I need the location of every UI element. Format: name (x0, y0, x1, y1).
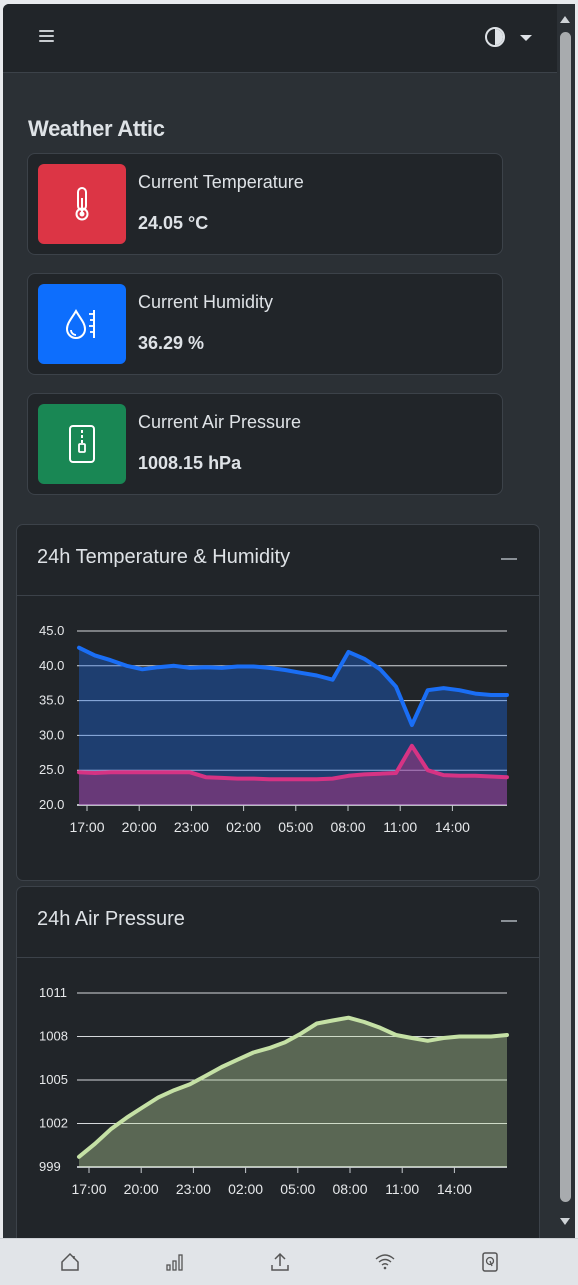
y-tick-label: 35.0 (39, 693, 64, 708)
pressure-label: Current Air Pressure (138, 412, 302, 432)
x-tick-label: 23:00 (176, 1181, 211, 1197)
y-tick-label: 20.0 (39, 797, 64, 812)
x-tick-label: 20:00 (122, 819, 157, 835)
chevron-down-icon (520, 35, 532, 41)
pressure-chart: 1011 1008 1005 1002 999 17:00 20:00 23:00 02:00 0… (39, 985, 509, 1197)
y-tick-label: 40.0 (39, 658, 64, 673)
y-tick-label: 1005 (39, 1072, 68, 1087)
x-tick-label: 05:00 (280, 1181, 315, 1197)
x-tick-label: 17:00 (71, 1181, 106, 1197)
temperature-icon-box (38, 164, 126, 244)
temperature-value: 24.05 °C (138, 213, 209, 233)
temp-humidity-panel: 24h Temperature & Humidity 45.0 40.0 35.0 3… (16, 524, 540, 881)
bar-chart-icon[interactable] (160, 1249, 190, 1275)
x-tick-label: 20:00 (124, 1181, 159, 1197)
x-tick-label: 02:00 (226, 819, 261, 835)
x-tick-label: 14:00 (435, 819, 470, 835)
pressure-icon-box (38, 404, 126, 484)
pressure-panel: 24h Air Pressure 1011 1008 1005 1002 999 17:0… (16, 886, 540, 1238)
contrast-icon (485, 27, 505, 47)
y-tick-label: 1008 (39, 1029, 68, 1044)
humidity-value: 36.29 % (138, 333, 205, 353)
top-navbar (3, 4, 557, 73)
y-tick-label: 1011 (39, 985, 67, 1000)
scroll-down-arrow[interactable] (560, 1218, 570, 1225)
scroll-up-arrow[interactable] (560, 16, 570, 23)
scrollbar[interactable] (557, 4, 575, 1238)
bottom-nav-bar (0, 1238, 578, 1285)
home-icon[interactable] (55, 1249, 85, 1275)
hamburger-icon[interactable] (39, 28, 55, 42)
humidity-label: Current Humidity (138, 292, 274, 312)
x-tick-label: 23:00 (174, 819, 209, 835)
y-tick-label: 45.0 (39, 623, 64, 638)
upload-icon[interactable] (265, 1249, 295, 1275)
x-tick-label: 11:00 (385, 1181, 419, 1197)
page-title: Weather Attic (28, 116, 165, 141)
device-icon[interactable] (475, 1249, 505, 1275)
pressure-value: 1008.15 hPa (138, 453, 242, 473)
pressure-file-icon (69, 425, 95, 463)
y-tick-label: 1002 (39, 1116, 68, 1131)
y-tick-label: 999 (39, 1159, 61, 1174)
x-tick-label: 17:00 (69, 819, 104, 835)
humidity-card: Current Humidity 36.29 % (27, 273, 503, 375)
x-tick-label: 02:00 (228, 1181, 263, 1197)
scroll-thumb[interactable] (560, 32, 571, 1202)
temperature-label: Current Temperature (138, 172, 304, 192)
thermometer-icon (75, 187, 89, 221)
x-tick-label: 05:00 (278, 819, 313, 835)
x-tick-label: 11:00 (383, 819, 417, 835)
temp-humidity-chart: 45.0 40.0 35.0 30.0 25.0 20.0 17:00 20:00 23:00 0… (39, 623, 509, 835)
pressure-card: Current Air Pressure 1008.15 hPa (27, 393, 503, 495)
x-tick-label: 08:00 (330, 819, 365, 835)
droplet-gauge-icon (65, 308, 95, 339)
app-window: Weather Attic Current Temperature 24.05 … (3, 4, 557, 1238)
y-tick-label: 25.0 (39, 762, 64, 777)
x-tick-label: 14:00 (437, 1181, 472, 1197)
x-tick-label: 08:00 (332, 1181, 367, 1197)
temperature-card: Current Temperature 24.05 °C (27, 153, 503, 255)
y-tick-label: 30.0 (39, 727, 64, 742)
humidity-icon-box (38, 284, 126, 364)
wifi-icon[interactable] (370, 1249, 400, 1275)
theme-toggle-button[interactable] (483, 25, 533, 51)
